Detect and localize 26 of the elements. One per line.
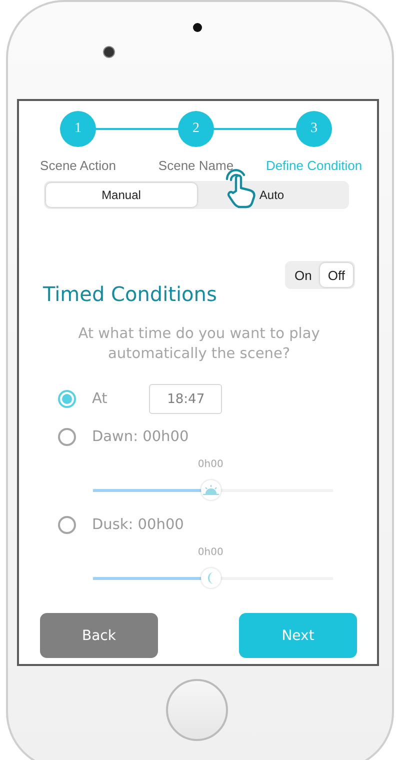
- step-label: Define Condition: [266, 158, 362, 173]
- option-label: Dawn: 00h00: [92, 429, 189, 445]
- slider-value: 0h00: [198, 547, 224, 558]
- speaker-dot-icon: [192, 23, 202, 32]
- mode-tab[interactable]: Auto: [196, 183, 347, 207]
- step-label: Scene Name: [158, 158, 234, 173]
- radio-button[interactable]: [58, 428, 76, 446]
- step-number: 2: [178, 111, 214, 147]
- step-label: Scene Action: [40, 158, 116, 173]
- slider-thumb[interactable]: [200, 568, 221, 588]
- time-field[interactable]: 18:47: [149, 384, 222, 414]
- radio-button[interactable]: [58, 516, 76, 534]
- section-title: Timed Conditions: [43, 282, 217, 306]
- back-button[interactable]: Back: [40, 613, 158, 658]
- toggle-option[interactable]: Off: [320, 263, 353, 287]
- question-text: At what time do you want to play automatically the scene?: [77, 325, 321, 364]
- toggle-option[interactable]: On: [286, 263, 320, 287]
- step-number: 3: [296, 111, 332, 147]
- camera-icon: [103, 46, 115, 58]
- option-label: At: [92, 391, 108, 407]
- slider-value: 0h00: [198, 459, 224, 470]
- mode-tab[interactable]: Manual: [46, 183, 196, 207]
- slider-thumb[interactable]: [200, 480, 221, 500]
- step-number: 1: [60, 111, 96, 147]
- radio-button[interactable]: [58, 390, 76, 408]
- option-label: Dusk: 00h00: [92, 517, 184, 533]
